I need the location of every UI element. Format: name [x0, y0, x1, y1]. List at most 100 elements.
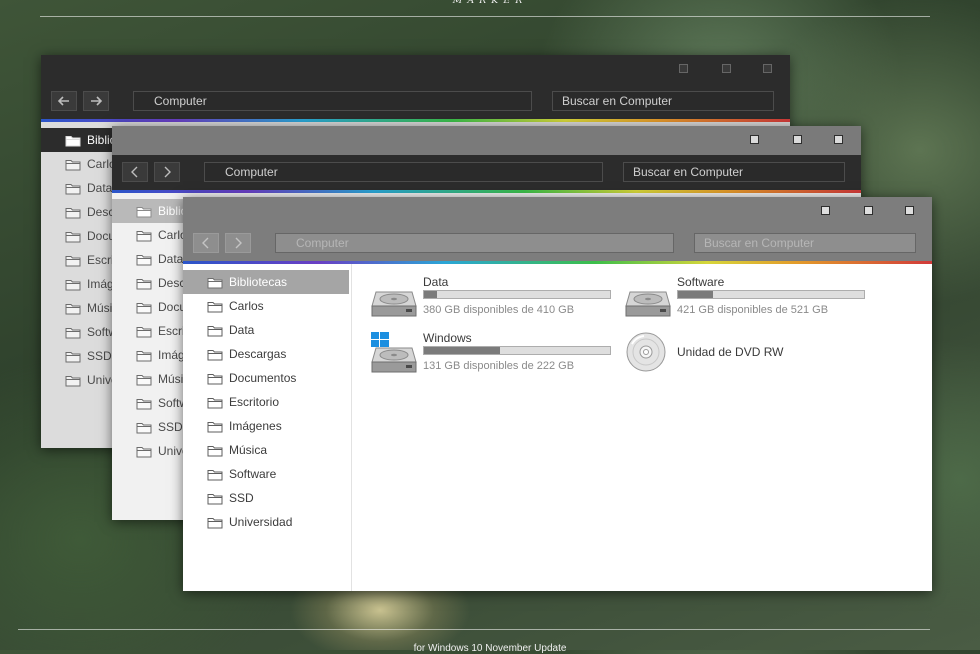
minimize-button[interactable] [750, 135, 759, 144]
folder-icon [65, 183, 81, 194]
drive-item-data[interactable]: Data 380 GB disponibles de 410 GB [370, 275, 615, 322]
banner-footer: for Windows 10 November Update [413, 643, 567, 654]
drive-name: Unidad de DVD RW [677, 345, 784, 359]
folder-icon [207, 517, 223, 528]
sidebar-item[interactable]: Bibliotecas [183, 270, 349, 294]
sidebar-item[interactable]: Universidad [183, 510, 351, 534]
banner-top-rule [40, 16, 930, 17]
address-bar[interactable]: Computer [133, 91, 532, 111]
folder-icon [65, 255, 81, 266]
sidebar-item-label: Carlos [229, 299, 264, 313]
folder-icon [136, 350, 152, 361]
sidebar-item-label: Imágenes [229, 419, 282, 433]
sidebar-item-label: Descargas [229, 347, 287, 361]
banner-bottom-rule [18, 629, 930, 630]
back-button[interactable] [122, 162, 148, 182]
usage-bar-fill [678, 291, 714, 298]
drive-name: Windows [423, 331, 472, 345]
address-bar[interactable]: Computer [204, 162, 603, 182]
chevron-left-icon [131, 166, 138, 178]
close-button[interactable] [905, 206, 914, 215]
navigation-toolbar: Computer Buscar en Computer [41, 84, 790, 119]
folder-icon [65, 159, 81, 170]
maximize-button[interactable] [793, 135, 802, 144]
sidebar-item[interactable]: Software [183, 462, 351, 486]
devices-and-drives-pane: Data 380 GB disponibles de 410 GB Softwa… [352, 264, 932, 591]
sidebar-item-label: Escritorio [229, 395, 280, 409]
folder-icon [65, 351, 81, 362]
search-box[interactable]: Buscar en Computer [552, 91, 774, 111]
sidebar-item[interactable]: Data [183, 318, 351, 342]
usage-bar [423, 346, 611, 355]
folder-icon [207, 397, 223, 408]
folder-icon [136, 254, 152, 265]
navigation-pane: Bibliotecas Carlos Data Descargas Documentos… [183, 264, 352, 591]
folder-icon [207, 469, 223, 480]
folder-icon [207, 277, 223, 288]
maximize-button[interactable] [864, 206, 873, 215]
search-box[interactable]: Buscar en Computer [694, 233, 916, 253]
navigation-toolbar: Computer Buscar en Computer [183, 226, 932, 261]
sidebar-item-label: Música [229, 443, 268, 457]
address-bar[interactable]: Computer [275, 233, 674, 253]
sidebar-item[interactable]: Música [183, 438, 351, 462]
chevron-left-icon [202, 237, 209, 249]
sidebar-item[interactable]: Descargas [183, 342, 351, 366]
folder-icon [65, 207, 81, 218]
sidebar-item[interactable]: Escritorio [183, 390, 351, 414]
folder-icon [136, 326, 152, 337]
folder-icon [207, 373, 223, 384]
sidebar-item-label: Data [87, 181, 113, 195]
close-button[interactable] [763, 64, 772, 73]
sidebar-item-label: Data [158, 252, 184, 266]
maximize-button[interactable] [722, 64, 731, 73]
back-button[interactable] [193, 233, 219, 253]
forward-button[interactable] [154, 162, 180, 182]
folder-icon [207, 493, 223, 504]
folder-icon [207, 301, 223, 312]
drive-name: Software [677, 275, 725, 289]
sidebar-item-label: Universidad [229, 515, 293, 529]
title-bar[interactable] [41, 55, 790, 84]
folder-icon [136, 446, 152, 457]
search-box[interactable]: Buscar en Computer [623, 162, 845, 182]
sidebar-item[interactable]: Documentos [183, 366, 351, 390]
folder-icon [65, 135, 81, 146]
drive-item-dvd[interactable]: Unidad de DVD RW [624, 332, 869, 378]
hard-drive-icon [625, 291, 671, 317]
free-space-text: 131 GB disponibles de 222 GB [423, 360, 575, 372]
navigation-toolbar: Computer Buscar en Computer [112, 155, 861, 190]
sidebar-item[interactable]: Carlos [183, 294, 351, 318]
title-bar[interactable] [183, 197, 932, 226]
minimize-button[interactable] [679, 64, 688, 73]
folder-icon [136, 398, 152, 409]
folder-icon [136, 374, 152, 385]
sidebar-item[interactable]: SSD [183, 486, 351, 510]
explorer-window-light: Computer Buscar en Computer Bibliotecas C… [183, 197, 932, 591]
drive-item-software[interactable]: Software 421 GB disponibles de 521 GB [624, 275, 869, 322]
forward-button[interactable] [83, 91, 109, 111]
back-button[interactable] [51, 91, 77, 111]
chevron-right-icon [164, 166, 171, 178]
minimize-button[interactable] [821, 206, 830, 215]
folder-icon [65, 231, 81, 242]
sidebar-item-label: SSD [158, 420, 183, 434]
usage-bar [423, 290, 611, 299]
folder-icon [136, 206, 152, 217]
close-button[interactable] [834, 135, 843, 144]
drive-item-windows[interactable]: Windows 131 GB disponibles de 222 GB [370, 331, 615, 378]
folder-icon [207, 421, 223, 432]
folder-icon [136, 278, 152, 289]
sidebar-item[interactable]: Imágenes [183, 414, 351, 438]
folder-icon [207, 445, 223, 456]
folder-icon [65, 375, 81, 386]
dvd-drive-icon [626, 332, 666, 372]
folder-icon [136, 230, 152, 241]
chevron-right-icon [235, 237, 242, 249]
folder-icon [207, 325, 223, 336]
title-bar[interactable] [112, 126, 861, 155]
forward-button[interactable] [225, 233, 251, 253]
usage-bar [677, 290, 865, 299]
folder-icon [65, 327, 81, 338]
usage-bar-fill [424, 347, 501, 354]
